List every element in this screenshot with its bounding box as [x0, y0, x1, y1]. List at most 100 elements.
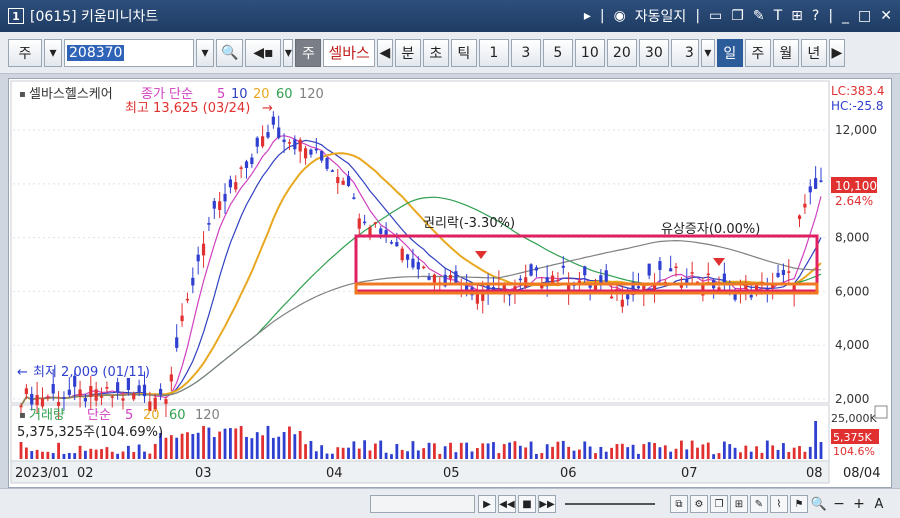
zoom-in-icon[interactable]: + — [850, 495, 868, 513]
volume-bar — [577, 449, 581, 459]
autolog-label[interactable]: 자동일지 — [635, 6, 687, 26]
stop-icon[interactable]: ■ — [518, 495, 536, 513]
volume-bar — [298, 430, 302, 459]
copy-icon[interactable]: ❐ — [731, 8, 744, 24]
panel-menu-icon[interactable] — [874, 405, 888, 419]
volume-bar — [653, 442, 656, 459]
type-day-button[interactable]: 일 — [716, 38, 743, 67]
horizontal-scroll-track[interactable] — [370, 495, 475, 513]
paint-icon[interactable]: ✎ — [753, 8, 765, 24]
period-minute-button[interactable]: 분 — [394, 38, 421, 67]
volume-bar — [551, 446, 554, 459]
fast-forward-icon[interactable]: ▶▶ — [538, 495, 556, 513]
candle-body — [19, 405, 23, 408]
price-tick: 4,000 — [835, 338, 869, 352]
volume-bar — [250, 438, 254, 459]
volume-info: 5,375,325주(104.69%) — [17, 425, 163, 440]
candle-body — [610, 296, 614, 299]
volume-bar — [524, 447, 528, 459]
zoom-search-icon[interactable]: 🔍 — [810, 495, 828, 513]
layout-icon[interactable]: ⊞ — [730, 495, 748, 513]
interval-button-5[interactable]: 5 — [542, 38, 573, 67]
chart-area[interactable]: ▪ 셀바스헬스케어 종가 단순 5 10 20 60 120 최고 13,625… — [8, 78, 892, 488]
flag-icon[interactable]: ⚑ — [790, 495, 808, 513]
settings-icon[interactable]: ⚙ — [690, 495, 708, 513]
custom-interval-input[interactable]: 3 — [670, 38, 699, 67]
play-triangle-icon[interactable]: ▸ — [584, 8, 591, 24]
volume-current: 5,375K — [833, 431, 872, 444]
volume-bar — [529, 441, 533, 459]
date-label-mar: 03 — [195, 466, 212, 481]
screenshot-icon[interactable]: ⧉ — [670, 495, 688, 513]
candle-body — [185, 298, 190, 301]
font-size-icon[interactable]: A — [870, 495, 888, 513]
draw-icon[interactable]: ✎ — [750, 495, 768, 513]
grid-icon[interactable]: ⊞ — [791, 8, 803, 24]
interval-button-20[interactable]: 20 — [606, 38, 637, 67]
type-month-button[interactable]: 월 — [772, 38, 799, 67]
market-dropdown-icon[interactable]: ▾ — [44, 38, 62, 67]
copy-chart-icon[interactable]: ❐ — [710, 495, 728, 513]
volume-bar — [481, 443, 485, 459]
stock-code-input[interactable]: 208370 — [64, 38, 194, 67]
zoom-slider[interactable] — [560, 495, 660, 513]
volume-bar — [186, 432, 189, 459]
date-label-feb: 02 — [77, 466, 94, 481]
text-icon[interactable]: T — [774, 8, 783, 24]
rewind-icon[interactable]: ◀◀ — [498, 495, 516, 513]
candle-body — [46, 396, 50, 399]
max-price-label: 최고 13,625 (03/24) — [125, 101, 250, 116]
candle-body — [427, 276, 431, 280]
volume-bar — [540, 453, 544, 459]
stock-title: 셀바스헬스케어 — [29, 87, 113, 102]
volume-bar — [567, 446, 571, 459]
pipe-icon: | — [599, 8, 605, 24]
close-icon[interactable]: ✕ — [880, 8, 892, 24]
capital-increase-label: 유상증자(0.00%) — [661, 222, 760, 237]
type-week-button[interactable]: 주 — [744, 38, 771, 67]
code-dropdown-icon[interactable]: ▾ — [196, 38, 214, 67]
market-select[interactable]: 주 — [8, 38, 42, 67]
interval-button-30[interactable]: 30 — [638, 38, 669, 67]
volume-bar — [223, 428, 227, 459]
candle-body — [105, 387, 109, 389]
volume-square-icon: ▪ — [19, 410, 26, 421]
speaker-icon[interactable]: ◀▪ — [245, 38, 282, 67]
zoom-out-icon[interactable]: − — [830, 495, 848, 513]
candle-body — [717, 287, 721, 290]
minimize-icon[interactable]: _ — [842, 8, 849, 24]
legend-square-icon: ▪ — [19, 89, 26, 100]
type-year-button[interactable]: 년 — [800, 38, 827, 67]
help-icon[interactable]: ? — [812, 8, 819, 24]
record-icon[interactable]: ◉ — [614, 8, 626, 24]
date-label-apr: 04 — [326, 466, 343, 481]
candle-body — [797, 215, 802, 219]
play-icon[interactable]: ▶ — [478, 495, 496, 513]
interval-button-3[interactable]: 3 — [510, 38, 541, 67]
candle-body — [282, 139, 286, 143]
search-icon[interactable]: 🔍 — [216, 38, 244, 67]
candle-body — [116, 382, 120, 393]
candle-body — [250, 157, 254, 165]
volume-bar — [24, 447, 28, 459]
date-label-current: 08/04 — [843, 466, 880, 481]
candle-body — [110, 396, 114, 398]
interval-dropdown-icon[interactable]: ▾ — [700, 38, 715, 67]
interval-button-10[interactable]: 10 — [574, 38, 605, 67]
candle-body — [207, 223, 211, 225]
candle-body — [314, 148, 318, 151]
volume-bar — [202, 426, 205, 459]
period-second-button[interactable]: 초 — [422, 38, 449, 67]
price-chart[interactable]: ▪ 셀바스헬스케어 종가 단순 5 10 20 60 120 최고 13,625… — [9, 79, 893, 489]
chart-type-icon[interactable]: ⌇ — [770, 495, 788, 513]
volume-bar — [175, 437, 179, 459]
next-arrow-icon[interactable]: ▶ — [828, 38, 845, 67]
candle-body — [819, 180, 823, 182]
candle-body — [158, 388, 163, 395]
maximize-icon[interactable]: □ — [858, 8, 871, 24]
speaker-dropdown-icon[interactable]: ▾ — [283, 38, 294, 67]
period-tick-button[interactable]: 틱 — [450, 38, 477, 67]
prev-arrow-icon[interactable]: ◀ — [376, 38, 393, 67]
window-icon[interactable]: ▭ — [709, 8, 722, 24]
interval-button-1[interactable]: 1 — [478, 38, 509, 67]
